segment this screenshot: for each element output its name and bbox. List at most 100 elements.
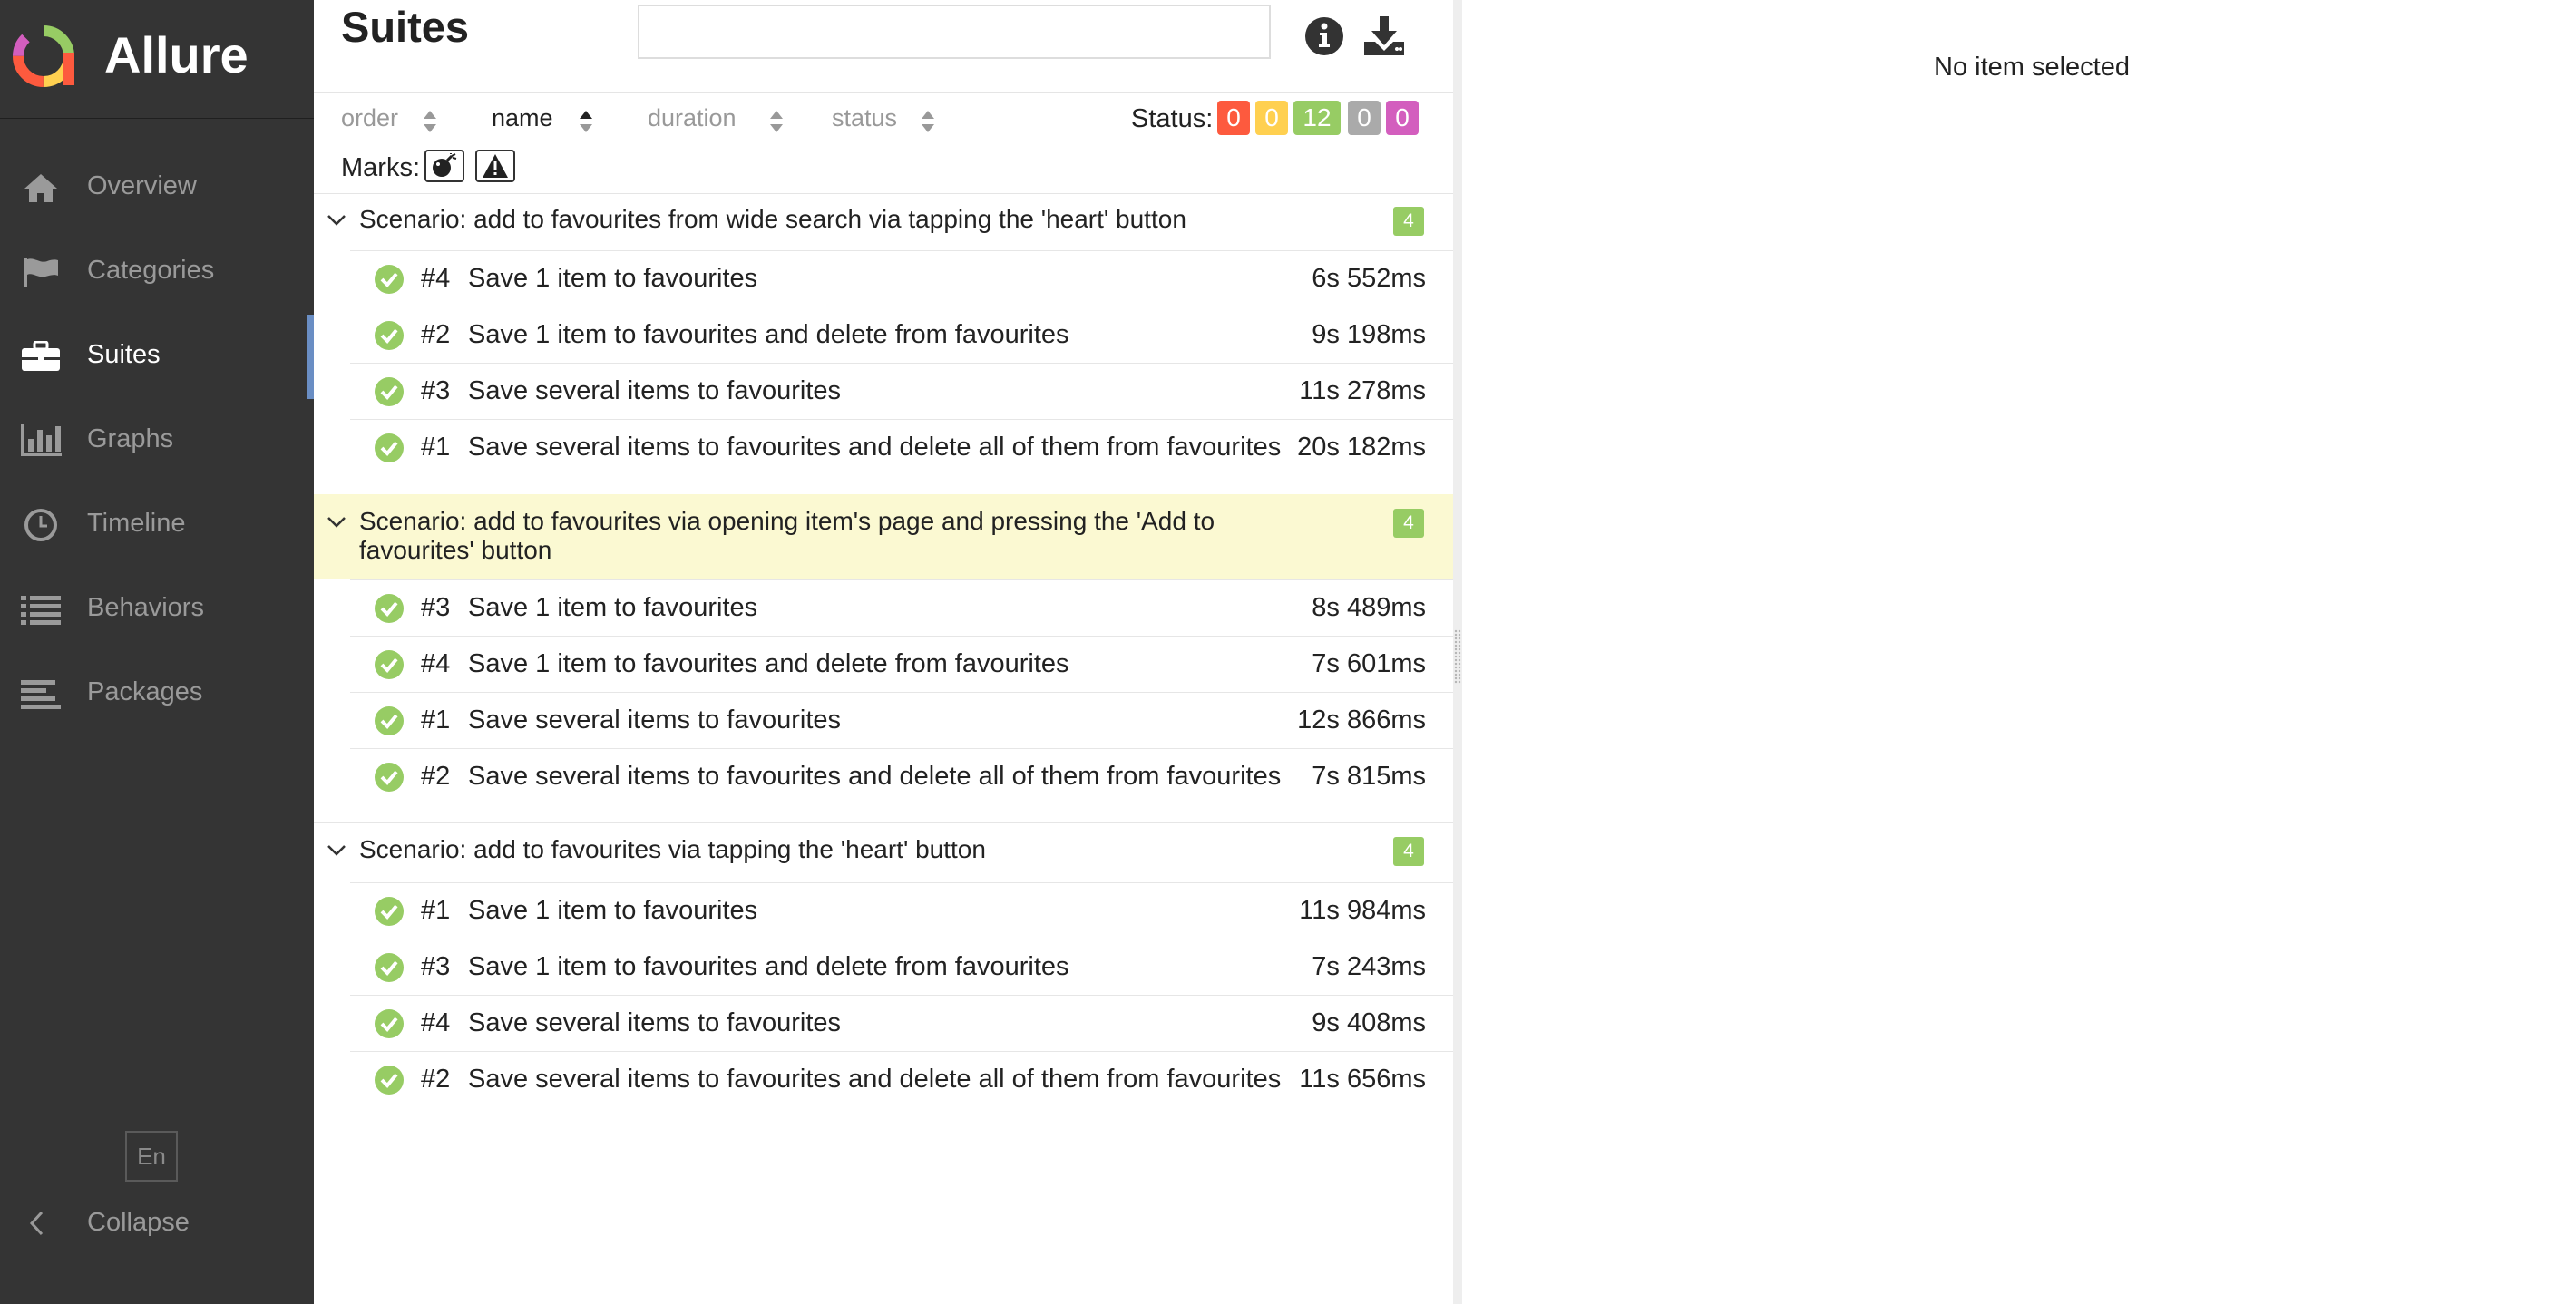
suite-group-title: Scenario: add to favourites via tapping … [359, 835, 986, 863]
test-row[interactable]: #4 Save 1 item to favourites and delete … [350, 636, 1453, 693]
sorter-label: name [492, 104, 553, 131]
check-circle-icon [375, 377, 404, 406]
test-row[interactable]: #4 Save 1 item to favourites 6s 552ms [350, 250, 1453, 307]
collapse-label: Collapse [87, 1208, 190, 1237]
sidebar-item-timeline[interactable]: Timeline [0, 483, 314, 568]
suite-group-header[interactable]: Scenario: add to favourites via opening … [314, 494, 1453, 579]
flag-icon [20, 256, 62, 288]
language-button[interactable]: En [125, 1131, 178, 1182]
test-row[interactable]: #4 Save several items to favourites 9s 4… [350, 995, 1453, 1052]
brand[interactable]: Allure [0, 0, 314, 119]
briefcase-icon [20, 340, 62, 373]
collapse-button[interactable]: Collapse [0, 1206, 314, 1242]
sidebar-item-graphs[interactable]: Graphs [0, 399, 314, 483]
suite-group-title: Scenario: add to favourites from wide se… [359, 205, 1186, 233]
suite-group-header[interactable]: Scenario: add to favourites via tapping … [314, 822, 1453, 882]
app-name: Allure [104, 26, 249, 83]
download-icon [1364, 16, 1404, 55]
sidebar: Allure Overview Categories Suites Graphs… [0, 0, 314, 1304]
test-row[interactable]: #1 Save several items to favourites 12s … [350, 692, 1453, 749]
sidebar-item-packages[interactable]: Packages [0, 652, 314, 736]
test-order: #3 [421, 593, 451, 622]
test-duration: 11s 984ms [1299, 896, 1426, 925]
test-name: Save 1 item to favourites [468, 896, 758, 925]
test-order: #3 [421, 952, 451, 981]
check-circle-icon [375, 1066, 404, 1095]
check-circle-icon [375, 321, 404, 350]
suite-group-header[interactable]: Scenario: add to favourites from wide se… [314, 192, 1453, 250]
status-badge-broken[interactable]: 0 [1255, 101, 1288, 135]
sort-by-order[interactable]: order [341, 104, 436, 132]
sort-icon [424, 111, 436, 132]
check-circle-icon [375, 763, 404, 792]
sort-by-status[interactable]: status [832, 104, 934, 132]
align-left-icon [20, 677, 62, 710]
clock-icon [20, 509, 62, 541]
sidebar-item-label: Packages [87, 677, 203, 706]
sorter-label: duration [648, 104, 737, 131]
warning-icon [483, 154, 508, 178]
test-name: Save several items to favourites [468, 706, 842, 735]
test-name: Save several items to favourites [468, 1008, 842, 1037]
check-circle-icon [375, 1009, 404, 1038]
info-icon [1305, 17, 1343, 55]
test-name: Save several items to favourites and del… [468, 433, 1282, 462]
check-circle-icon [375, 650, 404, 679]
detail-pane: No item selected [1462, 0, 2576, 1304]
test-row[interactable]: #2 Save several items to favourites and … [350, 1051, 1453, 1108]
test-row[interactable]: #2 Save several items to favourites and … [350, 748, 1453, 805]
check-circle-icon [375, 265, 404, 294]
sort-toolbar: order name duration status Status: 0 0 1… [314, 92, 1453, 194]
test-row[interactable]: #2 Save 1 item to favourites and delete … [350, 307, 1453, 364]
sort-asc-icon [580, 111, 592, 132]
suites-pane: Suites order name duration status Status… [314, 0, 1453, 1304]
suite-group-title: Scenario: add to favourites via opening … [359, 507, 1215, 564]
status-badge-skipped[interactable]: 0 [1348, 101, 1381, 135]
test-order: #2 [421, 320, 451, 349]
test-row[interactable]: #3 Save several items to favourites 11s … [350, 363, 1453, 420]
sidebar-item-categories[interactable]: Categories [0, 230, 314, 315]
test-duration: 6s 552ms [1312, 264, 1426, 293]
sort-icon [770, 111, 783, 132]
test-row[interactable]: #1 Save several items to favourites and … [350, 419, 1453, 476]
status-badge-passed[interactable]: 12 [1293, 101, 1341, 135]
sidebar-item-suites[interactable]: Suites [0, 315, 314, 399]
pane-resize-handle[interactable] [1453, 0, 1462, 1304]
check-circle-icon [375, 433, 404, 462]
test-order: #4 [421, 649, 451, 678]
test-duration: 9s 198ms [1312, 320, 1426, 349]
info-button[interactable] [1301, 13, 1348, 60]
status-badge-failed[interactable]: 0 [1217, 101, 1250, 135]
chevron-down-icon [327, 845, 346, 856]
test-duration: 9s 408ms [1312, 1008, 1426, 1037]
test-order: #1 [421, 433, 451, 462]
empty-detail-message: No item selected [1934, 53, 2130, 82]
sidebar-item-overview[interactable]: Overview [0, 146, 314, 230]
chevron-left-icon [27, 1210, 45, 1241]
test-order: #3 [421, 376, 451, 405]
test-row[interactable]: #3 Save 1 item to favourites and delete … [350, 939, 1453, 996]
suite-group-count-badge: 4 [1393, 837, 1424, 866]
sidebar-item-label: Timeline [87, 509, 186, 538]
test-name: Save 1 item to favourites [468, 593, 758, 622]
sort-by-name[interactable]: name [492, 104, 592, 132]
sidebar-item-label: Categories [87, 256, 215, 285]
test-name: Save several items to favourites [468, 376, 842, 405]
test-duration: 7s 601ms [1312, 649, 1426, 678]
bomb-icon [433, 153, 457, 177]
check-circle-icon [375, 706, 404, 735]
drag-grip-icon [1454, 629, 1461, 684]
home-icon [20, 171, 62, 204]
search-input[interactable] [638, 5, 1271, 59]
download-button[interactable] [1361, 13, 1408, 60]
sort-by-duration[interactable]: duration [648, 104, 783, 132]
sorter-label: order [341, 104, 399, 131]
sidebar-item-behaviors[interactable]: Behaviors [0, 568, 314, 652]
allure-logo-icon [13, 25, 74, 87]
test-row[interactable]: #3 Save 1 item to favourites 8s 489ms [350, 579, 1453, 637]
test-duration: 20s 182ms [1297, 433, 1426, 462]
mark-known-issue-toggle[interactable] [475, 150, 515, 182]
status-badge-unknown[interactable]: 0 [1386, 101, 1419, 135]
mark-flaky-toggle[interactable] [424, 150, 464, 182]
test-row[interactable]: #1 Save 1 item to favourites 11s 984ms [350, 882, 1453, 939]
